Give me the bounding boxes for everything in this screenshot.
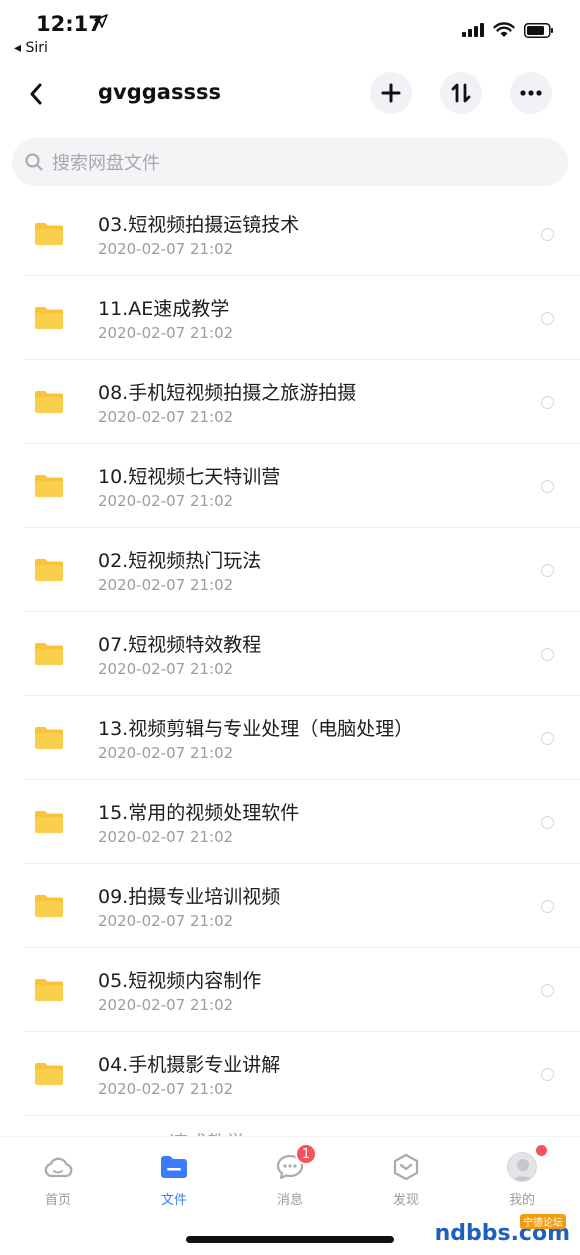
select-checkbox[interactable] [541,1068,554,1081]
list-item[interactable]: 05.短视频内容制作 2020-02-07 21:02 [0,948,580,1032]
tab-home[interactable]: 首页 [0,1137,116,1220]
notification-dot [536,1145,547,1156]
file-name: 07.短视频特效教程 [98,634,262,656]
folder-icon [34,306,64,329]
file-date: 2020-02-07 21:02 [98,324,234,342]
watermark-logo: ndbbs.com 宁德论坛 [435,1214,570,1250]
file-date: 2020-02-07 21:02 [98,996,234,1014]
folder-icon [34,1062,64,1085]
search-placeholder: 搜索网盘文件 [52,153,160,174]
file-name: 09.拍摄专业培训视频 [98,886,281,908]
file-date: 2020-02-07 21:02 [98,408,234,426]
tab-label: 我的 [508,1193,535,1208]
folder-icon [158,1151,190,1183]
folder-icon [34,726,64,749]
file-date: 2020-02-07 21:02 [98,240,234,258]
discover-icon [390,1151,422,1183]
folder-icon [34,558,64,581]
file-name: 10.短视频七天特训营 [98,466,281,488]
file-name: 02.短视频热门玩法 [98,550,262,572]
tab-discover[interactable]: 发现 [348,1137,464,1220]
file-date: 2020-02-07 21:02 [98,828,234,846]
list-item[interactable]: 13.视频剪辑与专业处理（电脑处理） 2020-02-07 21:02 [0,696,580,780]
select-checkbox[interactable] [541,900,554,913]
home-indicator [186,1236,394,1243]
select-checkbox[interactable] [541,396,554,409]
search-input[interactable]: 搜索网盘文件 [12,138,568,186]
page-title: gvggassss [98,80,221,104]
list-item[interactable]: 04.手机摄影专业讲解 2020-02-07 21:02 [0,1032,580,1116]
tab-messages[interactable]: 1 消息 [232,1137,348,1220]
file-date: 2020-02-07 21:02 [98,492,234,510]
file-name: 11.AE速成教学 [98,298,230,320]
status-bar: 12:17 ◂ Siri [0,0,580,60]
status-time: 12:17 [36,12,103,36]
back-button[interactable] [20,74,52,114]
folder-icon [34,978,64,1001]
tab-label: 发现 [392,1193,419,1208]
folder-icon [34,474,64,497]
battery-icon [524,22,553,38]
list-item[interactable]: 11.AE速成教学 2020-02-07 21:02 [0,276,580,360]
file-name: 05.短视频内容制作 [98,970,262,992]
file-name: …速成教学 [150,1128,245,1136]
folder-icon [34,222,64,245]
select-checkbox[interactable] [541,732,554,745]
list-item[interactable]: 09.拍摄专业培训视频 2020-02-07 21:02 [0,864,580,948]
tab-profile[interactable]: 我的 [464,1137,580,1220]
wifi-icon [493,22,515,37]
list-item[interactable]: 07.短视频特效教程 2020-02-07 21:02 [0,612,580,696]
list-item[interactable]: 08.手机短视频拍摄之旅游拍摄 2020-02-07 21:02 [0,360,580,444]
list-item[interactable]: 10.短视频七天特训营 2020-02-07 21:02 [0,444,580,528]
file-name: 03.短视频拍摄运镜技术 [98,214,300,236]
select-checkbox[interactable] [541,228,554,241]
file-date: 2020-02-07 21:02 [98,660,234,678]
file-list: 03.短视频拍摄运镜技术 2020-02-07 21:02 11.AE速成教学 202… [0,192,580,1136]
tab-bar: 首页 文件 1 消息 发现 我的 [0,1136,580,1220]
tab-label: 文件 [160,1193,187,1208]
list-item-partial[interactable]: …速成教学 [0,1116,580,1136]
signal-icon [462,23,484,37]
select-checkbox[interactable] [541,312,554,325]
cloud-icon [42,1151,74,1183]
add-button[interactable] [370,72,412,114]
file-name: 15.常用的视频处理软件 [98,802,300,824]
file-name: 04.手机摄影专业讲解 [98,1054,281,1076]
more-button[interactable] [510,72,552,114]
file-name: 13.视频剪辑与专业处理（电脑处理） [98,718,414,740]
file-name: 08.手机短视频拍摄之旅游拍摄 [98,382,357,404]
select-checkbox[interactable] [541,816,554,829]
status-indicators [462,22,554,38]
chevron-left-icon [30,83,42,105]
list-item[interactable]: 03.短视频拍摄运镜技术 2020-02-07 21:02 [0,192,580,276]
select-checkbox[interactable] [541,564,554,577]
unread-badge: 1 [295,1143,317,1165]
tab-label: 首页 [44,1193,71,1208]
location-arrow-icon [94,14,108,28]
file-date: 2020-02-07 21:02 [98,744,234,762]
plus-icon [381,83,401,103]
back-to-app-link[interactable]: ◂ Siri [14,40,48,56]
tab-files[interactable]: 文件 [116,1137,232,1220]
file-date: 2020-02-07 21:02 [98,912,234,930]
watermark-tag: 宁德论坛 [520,1214,566,1229]
more-dots-icon [520,90,542,96]
folder-icon [34,894,64,917]
file-date: 2020-02-07 21:02 [98,1080,234,1098]
list-item[interactable]: 15.常用的视频处理软件 2020-02-07 21:02 [0,780,580,864]
file-date: 2020-02-07 21:02 [98,576,234,594]
sort-icon [451,83,471,103]
select-checkbox[interactable] [541,648,554,661]
list-item[interactable]: 02.短视频热门玩法 2020-02-07 21:02 [0,528,580,612]
avatar [507,1152,537,1182]
select-checkbox[interactable] [541,480,554,493]
search-icon [25,153,43,171]
tab-label: 消息 [276,1193,303,1208]
folder-icon [34,642,64,665]
header: gvggassss [0,66,580,122]
sort-button[interactable] [440,72,482,114]
folder-icon [34,810,64,833]
select-checkbox[interactable] [541,984,554,997]
folder-icon [34,390,64,413]
